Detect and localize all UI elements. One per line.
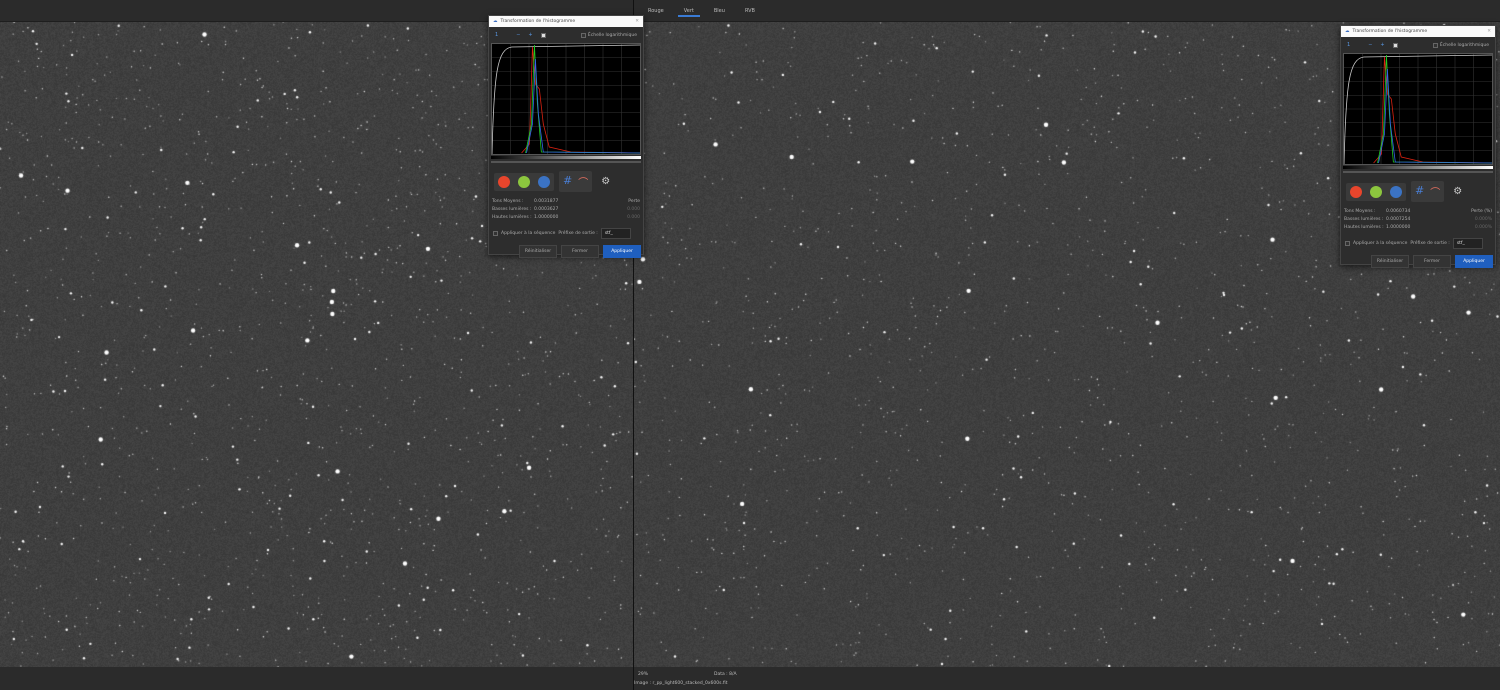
channel-tabbar: Rouge Vert Bleu RVB	[634, 0, 1500, 22]
dialog-title: Transformation de l'histogramme	[500, 19, 576, 24]
histogram-plot[interactable]	[1343, 53, 1493, 165]
prefix-label: Préfixe de sortie :	[558, 231, 598, 236]
grid-icon[interactable]: #	[563, 174, 572, 189]
highlights-value[interactable]: 1.0000000	[534, 214, 558, 222]
levels-slider[interactable]	[1343, 166, 1493, 169]
red-channel-toggle[interactable]	[498, 175, 510, 188]
tab-vert[interactable]: Vert	[674, 0, 704, 21]
tab-bleu[interactable]: Bleu	[704, 0, 735, 21]
dialog-title: Transformation de l'histogramme	[1352, 29, 1428, 34]
reset-button[interactable]: Réinitialiser	[1371, 255, 1409, 268]
shadows-label: Basses lumières :	[1344, 217, 1384, 222]
tab-rvb[interactable]: RVB	[735, 0, 765, 21]
data-label: Data : 8/A	[714, 672, 737, 677]
red-channel-toggle[interactable]	[1350, 185, 1362, 198]
zoom-out-button[interactable]: −	[1368, 42, 1372, 48]
zoom-in-button[interactable]: +	[528, 32, 532, 38]
curve-icon[interactable]: ⌒	[578, 174, 588, 189]
histogram-dialog-left: ☁ Transformation de l'histogramme ✕ 1 − + Éch…	[488, 15, 644, 258]
highlights-value[interactable]: 1.0000000	[1386, 224, 1410, 232]
histogram-scrollbar[interactable]	[491, 161, 641, 163]
midtones-value[interactable]: 0.0060734	[1386, 208, 1410, 216]
red-histogram	[1373, 56, 1493, 164]
histogram-plot[interactable]	[491, 43, 641, 155]
reset-button[interactable]: Réinitialiser	[519, 245, 557, 258]
dialog-titlebar[interactable]: ☁ Transformation de l'histogramme ✕	[1341, 26, 1495, 37]
apply-button[interactable]: Appliquer	[603, 245, 641, 258]
app-icon: ☁	[493, 19, 498, 24]
prefix-label: Préfixe de sortie :	[1410, 241, 1450, 246]
blue-histogram	[526, 58, 641, 154]
apply-sequence-label: Appliquer à la séquence	[501, 231, 556, 236]
histogram-grid	[492, 44, 640, 154]
dialog-titlebar[interactable]: ☁ Transformation de l'histogramme ✕	[489, 16, 643, 27]
midtones-label: Tons Moyens :	[492, 199, 524, 204]
auto-stretch-icon[interactable]: ⚙	[1453, 186, 1462, 197]
zoom-value[interactable]: 1	[1347, 42, 1350, 48]
fit-button[interactable]	[540, 32, 546, 38]
close-button[interactable]: Fermer	[561, 245, 599, 258]
zoom-level: 29%	[638, 672, 649, 677]
close-icon[interactable]: ✕	[1487, 29, 1491, 34]
loss-highlights: 0.000%	[1474, 225, 1492, 230]
log-scale-checkbox[interactable]: Échelle logarithmique	[1432, 42, 1489, 48]
prefix-input[interactable]: stf_	[600, 228, 631, 239]
apply-sequence-label: Appliquer à la séquence	[1353, 241, 1408, 246]
loss-label: Perte	[628, 199, 640, 204]
green-channel-toggle[interactable]	[518, 175, 530, 188]
grid-icon[interactable]: #	[1415, 184, 1424, 199]
auto-stretch-icon[interactable]: ⚙	[601, 176, 610, 187]
midtones-value[interactable]: 0.0031877	[534, 198, 558, 206]
shadows-value[interactable]: 0.0003627	[534, 206, 558, 214]
app-icon: ☁	[1345, 29, 1350, 34]
loss-shadows: 0.000	[627, 207, 640, 212]
curve-icon[interactable]: ⌒	[1430, 184, 1440, 199]
midtones-label: Tons Moyens :	[1344, 209, 1376, 214]
close-icon[interactable]: ✕	[635, 19, 639, 24]
apply-button[interactable]: Appliquer	[1455, 255, 1493, 268]
levels-slider[interactable]	[491, 156, 641, 159]
zoom-value[interactable]: 1	[495, 32, 498, 38]
apply-sequence-checkbox[interactable]	[1345, 241, 1350, 246]
loss-highlights: 0.000	[627, 215, 640, 220]
histogram-scrollbar[interactable]	[1343, 171, 1493, 173]
zoom-out-button[interactable]: −	[516, 32, 520, 38]
red-histogram	[521, 46, 641, 154]
blue-channel-toggle[interactable]	[538, 175, 550, 188]
close-button[interactable]: Fermer	[1413, 255, 1451, 268]
statusbar: 29% Data : 8/A Image : r_pp_light600_sta…	[634, 667, 1500, 690]
blue-histogram	[1378, 68, 1493, 164]
image-filename: Image : r_pp_light600_stacked_0x600s.fit	[634, 681, 728, 686]
histogram-dialog-right: ☁ Transformation de l'histogramme ✕ 1 − + Éch…	[1340, 25, 1496, 268]
shadows-label: Basses lumières :	[492, 207, 532, 212]
left-statusbar	[0, 667, 633, 690]
fit-button[interactable]	[1392, 42, 1398, 48]
highlights-label: Hautes lumières :	[1344, 225, 1384, 230]
blue-channel-toggle[interactable]	[1390, 185, 1402, 198]
prefix-input[interactable]: stf_	[1452, 238, 1483, 249]
shadows-value[interactable]: 0.0007254	[1386, 216, 1410, 224]
log-scale-checkbox[interactable]: Échelle logarithmique	[580, 32, 637, 38]
apply-sequence-checkbox[interactable]	[493, 231, 498, 236]
highlights-label: Hautes lumières :	[492, 215, 532, 220]
loss-shadows: 0.000%	[1474, 217, 1492, 222]
zoom-in-button[interactable]: +	[1380, 42, 1384, 48]
loss-label: Perte (%)	[1471, 209, 1492, 214]
histogram-grid	[1344, 54, 1492, 164]
green-channel-toggle[interactable]	[1370, 185, 1382, 198]
